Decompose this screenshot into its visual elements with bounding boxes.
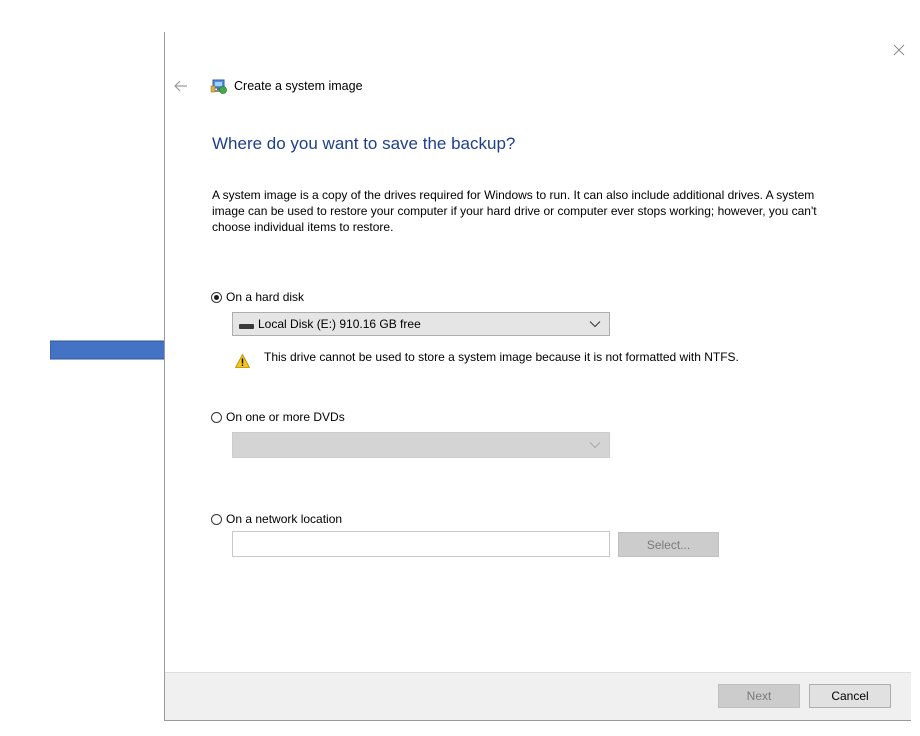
- option-network-location[interactable]: On a network location: [211, 512, 342, 526]
- select-button[interactable]: Select...: [618, 532, 719, 557]
- dialog-footer: Next Cancel: [165, 672, 911, 720]
- hard-disk-radio[interactable]: [211, 291, 222, 303]
- option-dvds[interactable]: On one or more DVDs: [211, 410, 345, 424]
- network-label: On a network location: [226, 512, 343, 526]
- back-arrow-icon[interactable]: [172, 78, 190, 94]
- cancel-button[interactable]: Cancel: [809, 684, 891, 708]
- description-text: A system image is a copy of the drives r…: [212, 188, 817, 234]
- dvd-radio[interactable]: [211, 411, 222, 423]
- create-system-image-dialog: Create a system image Where do you want …: [164, 32, 911, 721]
- hard-disk-label: On a hard disk: [226, 290, 305, 304]
- dvd-dropdown: [232, 432, 610, 458]
- warning-icon: [235, 354, 250, 368]
- dvd-label: On one or more DVDs: [226, 410, 345, 424]
- network-path-input[interactable]: [232, 531, 610, 557]
- hard-disk-dropdown-value: Local Disk (E:) 910.16 GB free: [258, 317, 421, 331]
- chevron-down-icon: [589, 321, 601, 328]
- ntfs-warning: This drive cannot be used to store a sys…: [235, 350, 739, 368]
- hard-drive-icon: [239, 323, 254, 329]
- option-hard-disk[interactable]: On a hard disk: [211, 290, 304, 304]
- page-heading: Where do you want to save the backup?: [212, 134, 516, 153]
- warning-text: This drive cannot be used to store a sys…: [264, 350, 739, 364]
- wizard-title: Create a system image: [234, 79, 363, 93]
- chevron-down-icon: [589, 442, 601, 449]
- hard-disk-dropdown[interactable]: Local Disk (E:) 910.16 GB free: [232, 312, 610, 336]
- screenshot-canvas: Create a system image Where do you want …: [0, 0, 920, 736]
- close-icon[interactable]: [889, 40, 909, 60]
- wizard-title-row: Create a system image: [210, 77, 363, 95]
- next-button[interactable]: Next: [718, 684, 800, 708]
- network-radio[interactable]: [211, 513, 222, 525]
- system-image-icon: [210, 79, 227, 94]
